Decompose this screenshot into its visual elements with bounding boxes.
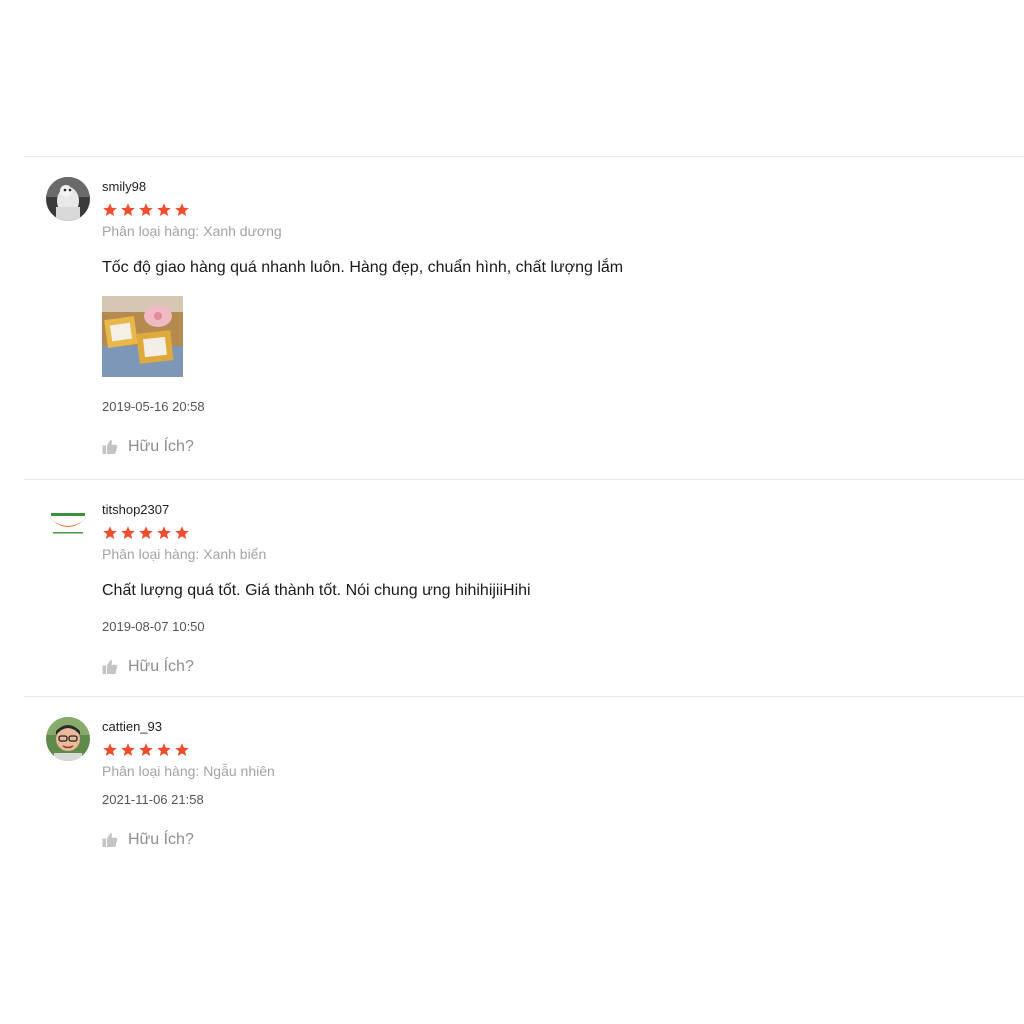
thumbs-up-icon (102, 660, 118, 674)
star-icon (157, 743, 171, 756)
rating-stars (102, 742, 1024, 758)
review-photo[interactable] (102, 296, 183, 377)
star-icon (121, 743, 135, 756)
star-icon (139, 526, 153, 539)
review-time: 2019-08-07 10:50 (102, 619, 205, 634)
review-variation: Phân loại hàng: Xanh biển (102, 546, 267, 562)
review-username: titshop2307 (102, 502, 170, 517)
review-list: smily98 Phân loại hàng: Xanh dương Tốc đ… (24, 156, 1024, 877)
thumbs-up-icon (102, 440, 118, 454)
review-username: cattien_93 (102, 719, 162, 734)
avatar-logo-icon (46, 500, 90, 544)
star-icon (103, 526, 117, 539)
star-icon (139, 203, 153, 216)
thumbs-up-icon (102, 833, 118, 847)
star-icon (175, 203, 189, 216)
rating-stars (102, 202, 1024, 218)
avatar[interactable] (46, 500, 90, 544)
helpful-button[interactable]: Hữu Ích? (102, 830, 194, 850)
star-icon (175, 526, 189, 539)
review-variation: Phân loại hàng: Ngẫu nhiên (102, 763, 275, 779)
review-comment: Chất lượng quá tốt. Giá thành tốt. Nói c… (102, 582, 531, 599)
avatar[interactable] (46, 717, 90, 761)
review-time: 2019-05-16 20:58 (102, 399, 205, 414)
review-comment: Tốc độ giao hàng quá nhanh luôn. Hàng đẹ… (102, 259, 624, 276)
avatar-photo-icon (46, 717, 90, 761)
helpful-button[interactable]: Hữu Ích? (102, 437, 194, 457)
review-variation: Phân loại hàng: Xanh dương (102, 223, 282, 239)
star-icon (157, 203, 171, 216)
review-username: smily98 (102, 179, 147, 194)
product-photo-icon (102, 296, 183, 377)
star-icon (121, 526, 135, 539)
star-icon (103, 203, 117, 216)
review-item: smily98 Phân loại hàng: Xanh dương Tốc đ… (24, 156, 1024, 479)
review-time: 2021-11-06 21:58 (102, 792, 204, 807)
review-item: titshop2307 Phân loại hàng: Xanh biển Ch… (24, 479, 1024, 696)
avatar-photo-icon (46, 177, 90, 221)
helpful-label: Hữu Ích? (128, 438, 194, 455)
avatar[interactable] (46, 177, 90, 221)
helpful-button[interactable]: Hữu Ích? (102, 657, 194, 677)
helpful-label: Hữu Ích? (128, 658, 194, 675)
star-icon (103, 743, 117, 756)
rating-stars (102, 525, 1024, 541)
helpful-label: Hữu Ích? (128, 831, 194, 848)
star-icon (139, 743, 153, 756)
review-item: cattien_93 Phân loại hàng: Ngẫu nhiên 20… (24, 696, 1024, 877)
star-icon (121, 203, 135, 216)
star-icon (175, 743, 189, 756)
star-icon (157, 526, 171, 539)
